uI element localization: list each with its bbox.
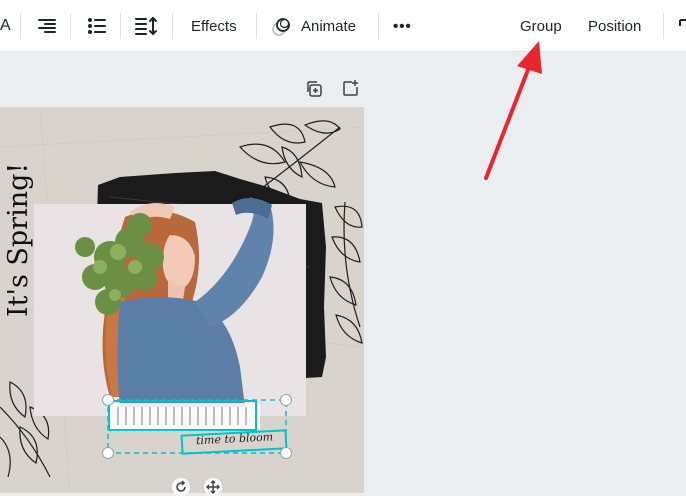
align-right-icon: [38, 19, 56, 33]
effects-button[interactable]: Effects: [191, 0, 237, 52]
resize-handle-top-left[interactable]: [102, 394, 114, 406]
add-page-icon: [343, 80, 358, 96]
toolbar-divider: [378, 13, 379, 39]
font-color-label: A: [0, 17, 11, 34]
page-artwork: [0, 107, 364, 493]
group-button[interactable]: Group: [520, 0, 562, 52]
resize-handle-bottom-left[interactable]: [102, 447, 114, 459]
rotate-handle[interactable]: [172, 478, 190, 496]
line-spacing-icon: [135, 16, 157, 36]
move-handle[interactable]: [204, 478, 222, 496]
copy-style-button[interactable]: [678, 0, 686, 52]
move-icon: [206, 480, 220, 494]
animate-label: Animate: [301, 17, 357, 35]
stripe-decoration: [110, 403, 260, 429]
toolbar-divider: [663, 13, 664, 39]
resize-handle-top-right[interactable]: [280, 394, 292, 406]
paint-roller-icon: [679, 19, 686, 26]
text-align-button[interactable]: [36, 0, 58, 52]
position-button[interactable]: Position: [588, 0, 641, 52]
animate-button[interactable]: Animate: [270, 0, 356, 52]
toolbar-divider: [70, 13, 71, 39]
photo-frame: [34, 197, 306, 416]
toolbar-divider: [120, 13, 121, 39]
more-options-button[interactable]: •••: [393, 0, 412, 52]
animate-icon: [272, 18, 290, 36]
resize-handle-bottom-right[interactable]: [280, 447, 292, 459]
effects-label: Effects: [191, 17, 237, 35]
bulleted-list-icon: [88, 18, 106, 34]
toolbar-divider: [172, 13, 173, 39]
spacing-button[interactable]: [134, 0, 158, 52]
heading-text[interactable]: It's Spring!: [2, 163, 36, 317]
group-label: Group: [520, 17, 562, 35]
editor-toolbar: A Effects Animate ••• Group Position: [0, 0, 686, 52]
position-label: Position: [588, 17, 642, 35]
rotate-icon: [176, 480, 186, 492]
duplicate-icon: [307, 81, 322, 97]
design-page[interactable]: It's Spring! time to bloom: [0, 107, 364, 493]
toolbar-divider: [20, 13, 21, 39]
font-color-button[interactable]: A: [0, 0, 11, 52]
more-icon: •••: [393, 17, 412, 35]
list-button[interactable]: [86, 0, 108, 52]
add-page-button[interactable]: [340, 78, 360, 98]
duplicate-page-button[interactable]: [304, 79, 324, 99]
toolbar-divider: [256, 13, 257, 39]
